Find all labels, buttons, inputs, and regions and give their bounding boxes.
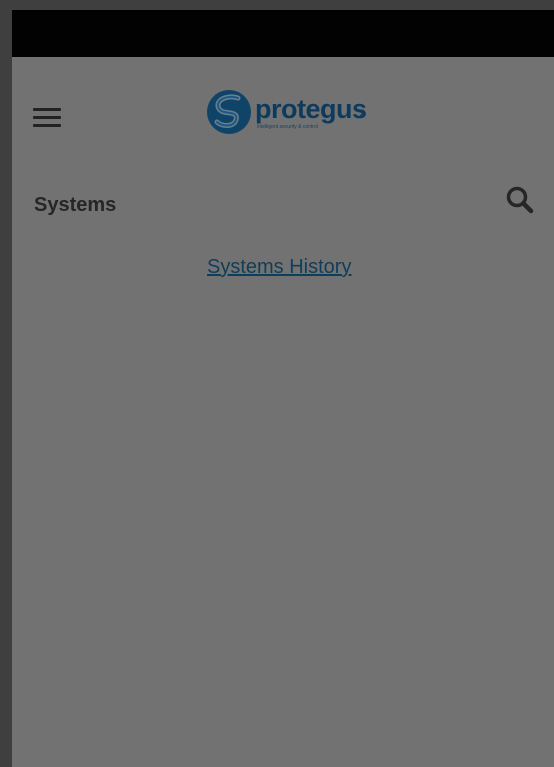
logo-tagline: intelligent security & control — [257, 124, 318, 130]
protegus-logo: protegus 2 intelligent security & contro… — [205, 88, 375, 138]
hamburger-menu-icon[interactable] — [33, 106, 63, 128]
app-screen: protegus 2 intelligent security & contro… — [12, 10, 554, 767]
logo-superscript: 2 — [360, 108, 366, 118]
logo-wordmark: protegus — [255, 94, 367, 124]
page-header-row: Systems — [12, 178, 554, 234]
systems-history-link[interactable]: Systems History — [207, 256, 351, 279]
search-icon — [506, 186, 534, 214]
device-frame: protegus 2 intelligent security & contro… — [0, 0, 554, 767]
page-title: Systems — [34, 194, 117, 216]
logo-mark-icon — [207, 90, 251, 134]
search-button[interactable] — [504, 184, 538, 218]
status-bar — [12, 10, 554, 57]
app-header: protegus 2 intelligent security & contro… — [12, 57, 554, 167]
